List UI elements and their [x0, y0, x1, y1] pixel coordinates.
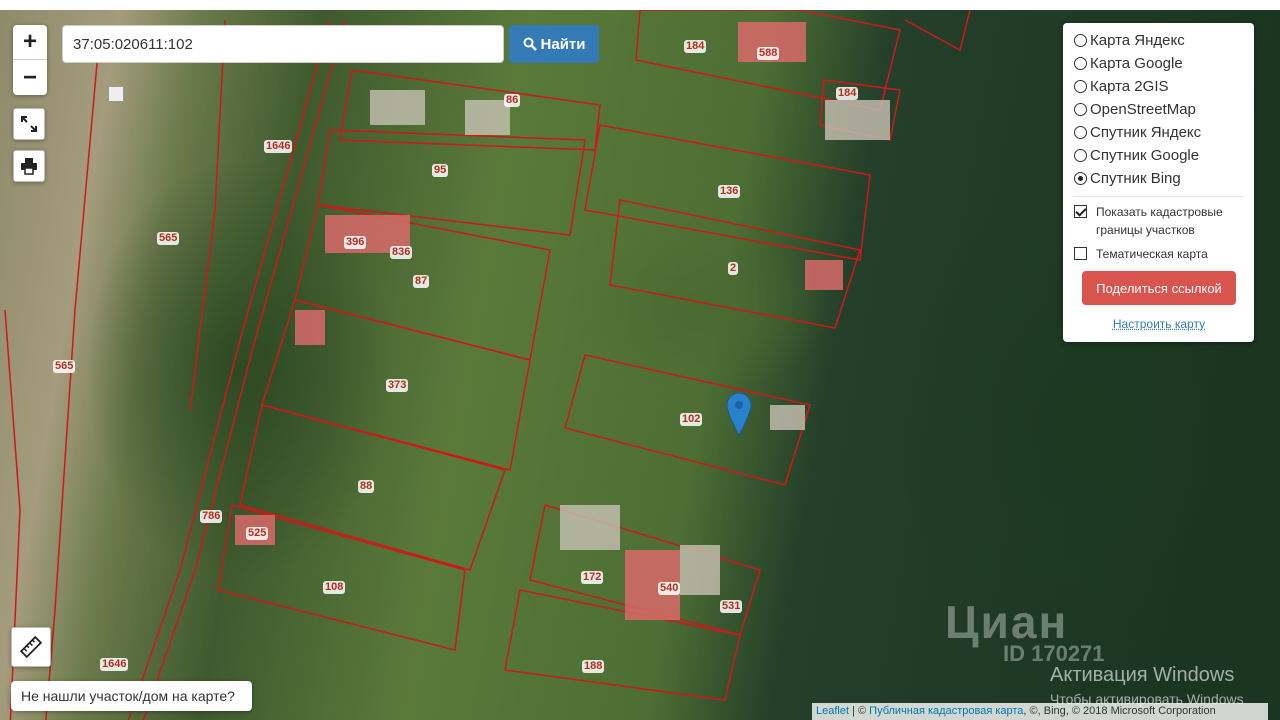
pkk-link[interactable]: Публичная кадастровая карта: [869, 705, 1023, 717]
layer-label: Спутник Яндекс: [1090, 124, 1202, 141]
parcel-label[interactable]: 102: [680, 413, 703, 426]
print-button[interactable]: [13, 150, 45, 182]
search-icon: [523, 37, 537, 51]
attribution-credits: , ©, Bing, © 2018 Microsoft Corporation: [1023, 705, 1216, 717]
layer-option[interactable]: OpenStreetMap: [1074, 98, 1244, 121]
radio-icon[interactable]: [1074, 34, 1087, 47]
layer-option[interactable]: Карта Google: [1074, 52, 1244, 75]
search-input-value: 37:05:020611:102: [73, 35, 193, 53]
parcel-label[interactable]: 87: [413, 275, 430, 288]
fullscreen-button[interactable]: [13, 108, 45, 140]
layer-option[interactable]: Спутник Bing: [1074, 167, 1244, 190]
layer-option[interactable]: Карта 2GIS: [1074, 75, 1244, 98]
parcel-label[interactable]: 184: [836, 87, 859, 100]
broken-image-icon: [108, 86, 124, 102]
map-attribution: Leaflet | © Публичная кадастровая карта,…: [812, 703, 1268, 720]
parcel-label[interactable]: 836: [390, 246, 413, 259]
checkbox-icon[interactable]: [1074, 247, 1087, 260]
parcel-label[interactable]: 588: [757, 47, 780, 60]
radio-icon[interactable]: [1074, 57, 1087, 70]
building-roof: [805, 260, 843, 290]
windows-notice-title: Активация Windows: [1050, 664, 1235, 686]
parcel-label[interactable]: 136: [718, 185, 741, 198]
parcel-label[interactable]: 88: [358, 480, 375, 493]
parcel-label[interactable]: 2: [728, 262, 739, 275]
attribution-separator: | ©: [849, 705, 870, 717]
layer-label: Спутник Google: [1090, 147, 1200, 164]
parcel-label[interactable]: 86: [504, 94, 521, 107]
layer-option[interactable]: Спутник Яндекс: [1074, 121, 1244, 144]
radio-icon[interactable]: [1074, 80, 1087, 93]
windows-activation-notice: Активация Windows Чтобы активировать Win…: [1050, 664, 1244, 707]
divider: [1074, 196, 1244, 197]
road-boundary: [904, 10, 971, 52]
location-marker-icon[interactable]: [726, 392, 752, 436]
road-boundary: [45, 29, 101, 720]
configure-map-link[interactable]: Настроить карту: [1074, 317, 1244, 331]
fullscreen-icon: [21, 116, 37, 132]
share-link-button[interactable]: Поделиться ссылкой: [1082, 271, 1236, 305]
road-boundary: [127, 19, 331, 720]
option-cadastral-borders[interactable]: Показать кадастровые границы участков: [1074, 203, 1244, 239]
layer-label: Карта Google: [1090, 55, 1183, 72]
radio-icon[interactable]: [1074, 149, 1087, 162]
option-label: Показать кадастровые границы участков: [1096, 205, 1223, 237]
parcel-label[interactable]: 184: [684, 40, 707, 53]
parcel-label[interactable]: 188: [582, 660, 605, 673]
parcel-label[interactable]: 565: [53, 360, 76, 373]
cian-watermark: Циан ID 170271: [945, 595, 1105, 667]
search-button[interactable]: Найти: [509, 25, 599, 63]
parcel-outline: [504, 589, 741, 701]
parcel-label[interactable]: 396: [344, 236, 367, 249]
parcel-label[interactable]: 525: [246, 527, 269, 540]
radio-icon[interactable]: [1074, 103, 1087, 116]
parcel-label[interactable]: 108: [323, 581, 346, 594]
parcel-label[interactable]: 1646: [100, 658, 129, 671]
parcel-label[interactable]: 1646: [264, 140, 293, 153]
parcel-label[interactable]: 540: [658, 582, 681, 595]
checkbox-icon[interactable]: [1074, 205, 1087, 218]
layer-list: Карта Яндекс Карта Google Карта 2GIS OpenSt…: [1074, 29, 1244, 190]
parcel-label[interactable]: 565: [157, 232, 180, 245]
measure-button[interactable]: [11, 627, 51, 667]
parcel-label[interactable]: 172: [581, 571, 604, 584]
print-icon: [21, 158, 37, 175]
layer-label: OpenStreetMap: [1090, 101, 1196, 118]
radio-icon[interactable]: [1074, 172, 1087, 185]
parcel-label[interactable]: 373: [386, 379, 409, 392]
layer-label: Спутник Bing: [1090, 170, 1181, 187]
cadastral-search-input[interactable]: 37:05:020611:102: [62, 25, 504, 63]
layer-label: Карта Яндекс: [1090, 32, 1185, 49]
not-found-button[interactable]: Не нашли участок/дом на карте?: [11, 681, 252, 711]
building: [465, 100, 510, 135]
building: [560, 505, 620, 550]
option-label: Тематическая карта: [1096, 247, 1208, 261]
radio-icon[interactable]: [1074, 126, 1087, 139]
layer-label: Карта 2GIS: [1090, 78, 1169, 95]
building-roof: [295, 310, 325, 345]
road-boundary: [189, 19, 226, 411]
building: [680, 545, 720, 595]
ruler-icon: [20, 636, 42, 658]
parcel-label[interactable]: 95: [432, 164, 449, 177]
layer-panel: Карта Яндекс Карта Google Карта 2GIS OpenSt…: [1063, 23, 1254, 342]
zoom-control: + −: [13, 25, 47, 95]
building: [825, 100, 890, 140]
layer-option[interactable]: Карта Яндекс: [1074, 29, 1244, 52]
layer-option[interactable]: Спутник Google: [1074, 144, 1244, 167]
parcel-label[interactable]: 786: [200, 510, 223, 523]
search-button-label: Найти: [540, 35, 586, 53]
parcel-label[interactable]: 531: [720, 600, 743, 613]
zoom-in-button[interactable]: +: [13, 25, 47, 60]
building: [770, 405, 805, 430]
building: [370, 90, 425, 125]
option-thematic-map[interactable]: Тематическая карта: [1074, 245, 1244, 263]
zoom-out-button[interactable]: −: [13, 60, 47, 95]
leaflet-link[interactable]: Leaflet: [816, 705, 849, 717]
